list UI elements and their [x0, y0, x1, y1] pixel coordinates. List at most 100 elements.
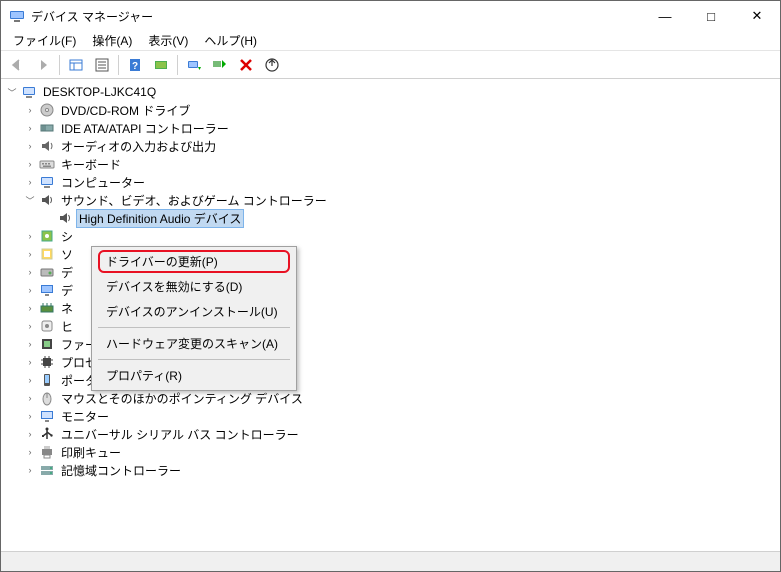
menu-file[interactable]: ファイル(F) [5, 30, 84, 51]
context-menu: ドライバーの更新(P)デバイスを無効にする(D)デバイスのアンインストール(U)… [91, 246, 297, 391]
tree-node-label: 記憶域コントローラー [59, 462, 183, 479]
context-menu-item[interactable]: ハードウェア変更のスキャン(A) [94, 331, 294, 356]
menu-action[interactable]: 操作(A) [84, 30, 140, 51]
tree-root-node[interactable]: ﹀ DESKTOP-LJKC41Q [5, 83, 776, 101]
cpu-icon [39, 354, 55, 370]
expand-icon[interactable]: › [23, 265, 37, 279]
expand-icon[interactable]: › [23, 463, 37, 477]
tree-category-node[interactable]: › キーボード [23, 155, 776, 173]
tree-node-label: ネ [59, 300, 75, 317]
expand-icon[interactable]: › [23, 391, 37, 405]
expand-icon[interactable]: › [23, 157, 37, 171]
expand-icon[interactable]: › [23, 355, 37, 369]
toolbar-update-driver-button[interactable] [182, 53, 206, 77]
context-menu-item[interactable]: デバイスのアンインストール(U) [94, 299, 294, 324]
storage-icon [39, 462, 55, 478]
tree-category-node[interactable]: › IDE ATA/ATAPI コントローラー [23, 119, 776, 137]
toolbar-disable-device-button[interactable] [260, 53, 284, 77]
tree-node-label: 印刷キュー [59, 444, 123, 461]
menu-view[interactable]: 表示(V) [140, 30, 196, 51]
expand-icon[interactable]: › [23, 283, 37, 297]
context-menu-item[interactable]: ドライバーの更新(P) [94, 249, 294, 274]
tree-node-label: オーディオの入力および出力 [59, 138, 218, 155]
toolbar-show-hide-console-button[interactable] [64, 53, 88, 77]
context-menu-item[interactable]: プロパティ(R) [94, 363, 294, 388]
minimize-button[interactable]: — [642, 1, 688, 31]
monitor-icon [39, 408, 55, 424]
device-tree-pane[interactable]: ﹀ DESKTOP-LJKC41Q ›DVD/CD-ROM ドライブ›IDE A… [1, 79, 780, 551]
tree-category-node[interactable]: › モニター [23, 407, 776, 425]
sound-icon [39, 192, 55, 208]
tree-node-label: デ [59, 264, 75, 281]
toolbar-back-button[interactable] [5, 53, 29, 77]
context-menu-item[interactable]: デバイスを無効にする(D) [94, 274, 294, 299]
toolbar-separator [177, 55, 178, 75]
network-icon [39, 300, 55, 316]
toolbar-separator [118, 55, 119, 75]
expand-icon[interactable]: › [23, 103, 37, 117]
expand-icon[interactable]: › [23, 337, 37, 351]
tree-node-label: キーボード [59, 156, 123, 173]
expand-icon[interactable]: › [23, 445, 37, 459]
context-menu-separator [98, 359, 290, 360]
tree-category-node[interactable]: › オーディオの入力および出力 [23, 137, 776, 155]
menu-help[interactable]: ヘルプ(H) [196, 30, 265, 51]
collapse-icon[interactable]: ﹀ [5, 85, 19, 99]
tree-node-label: ユニバーサル シリアル バス コントローラー [59, 426, 301, 443]
status-bar [1, 551, 780, 571]
expand-icon[interactable]: › [23, 301, 37, 315]
tree-category-node[interactable]: ›DVD/CD-ROM ドライブ [23, 101, 776, 119]
tree-node-label: シ [59, 228, 75, 245]
keyboard-icon [39, 156, 55, 172]
expand-icon[interactable]: › [23, 229, 37, 243]
context-menu-separator [98, 327, 290, 328]
tree-category-node[interactable]: ›シ [23, 227, 776, 245]
computer-icon [21, 84, 37, 100]
app-icon [9, 8, 25, 24]
window-controls: — □ ✕ [642, 1, 780, 31]
computer-icon [39, 174, 55, 190]
toolbar-separator [59, 55, 60, 75]
expand-icon[interactable]: › [23, 121, 37, 135]
tree-category-node[interactable]: › マウスとそのほかのポインティング デバイス [23, 389, 776, 407]
sound-icon [57, 210, 73, 226]
expand-icon[interactable]: › [23, 175, 37, 189]
expand-icon[interactable]: › [23, 319, 37, 333]
tree-category-node[interactable]: › ユニバーサル シリアル バス コントローラー [23, 425, 776, 443]
tree-category-node[interactable]: › 印刷キュー [23, 443, 776, 461]
tree-category-node[interactable]: ›コンピューター [23, 173, 776, 191]
software-icon [39, 246, 55, 262]
hid-icon [39, 318, 55, 334]
disc-icon [39, 102, 55, 118]
tree-category-node[interactable]: › 記憶域コントローラー [23, 461, 776, 479]
tree-device-node[interactable]: High Definition Audio デバイス [41, 209, 776, 227]
tree-node-label: ヒ [59, 318, 75, 335]
mouse-icon [39, 390, 55, 406]
expand-icon[interactable]: › [23, 247, 37, 261]
portable-icon [39, 372, 55, 388]
tree-node-label: デ [59, 282, 75, 299]
toolbar-uninstall-device-button[interactable] [234, 53, 258, 77]
tree-node-label: マウスとそのほかのポインティング デバイス [59, 390, 305, 407]
expand-icon[interactable]: › [23, 373, 37, 387]
maximize-button[interactable]: □ [688, 1, 734, 31]
close-button[interactable]: ✕ [734, 1, 780, 31]
expand-icon[interactable]: › [23, 139, 37, 153]
tree-category-node[interactable]: ﹀サウンド、ビデオ、およびゲーム コントローラー [23, 191, 776, 209]
window-title: デバイス マネージャー [31, 8, 642, 25]
svg-text:?: ? [132, 61, 138, 72]
toolbar-enable-device-button[interactable] [208, 53, 232, 77]
toolbar-forward-button[interactable] [31, 53, 55, 77]
printq-icon [39, 444, 55, 460]
toolbar-scan-hardware-button[interactable] [149, 53, 173, 77]
collapse-icon[interactable]: ﹀ [23, 193, 37, 207]
expand-icon[interactable]: › [23, 427, 37, 441]
firmware-icon [39, 336, 55, 352]
expand-icon[interactable]: › [23, 409, 37, 423]
tree-node-label: モニター [59, 408, 111, 425]
tree-node-label: IDE ATA/ATAPI コントローラー [59, 120, 231, 137]
system-icon [39, 228, 55, 244]
toolbar-properties-button[interactable] [90, 53, 114, 77]
toolbar-help-button[interactable]: ? [123, 53, 147, 77]
device-manager-window: デバイス マネージャー — □ ✕ ファイル(F) 操作(A) 表示(V) ヘル… [0, 0, 781, 572]
